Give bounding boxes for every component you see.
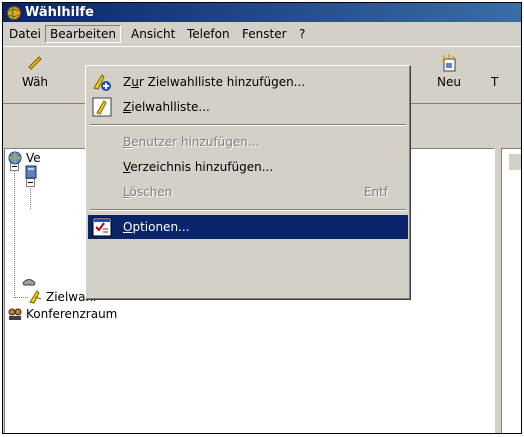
menu-item-add-to-speed-dial[interactable]: Zur Zielwahlliste hinzufügen... — [88, 70, 408, 94]
detail-pane[interactable] — [501, 148, 521, 433]
globe-app-icon — [7, 6, 21, 20]
directory-root-icon — [8, 151, 22, 165]
toolbar-new-button[interactable]: Neu — [423, 53, 475, 89]
menu-datei[interactable]: Datei — [5, 26, 45, 42]
edit-dropdown-menu: Zur Zielwahlliste hinzufügen... Zielwahl… — [85, 65, 411, 300]
toolbar-dial-label: Wäh — [21, 75, 49, 89]
menu-item-label: Optionen... — [123, 220, 190, 234]
menu-fenster[interactable]: Fenster — [238, 26, 291, 42]
menu-item-options[interactable]: Optionen... — [88, 215, 408, 239]
tree-guide — [14, 166, 15, 298]
menu-item-shortcut: Entf — [363, 185, 388, 199]
menu-item-add-directory[interactable]: Verzeichnis hinzufügen... — [88, 155, 408, 179]
menu-help[interactable]: ? — [295, 26, 309, 42]
menu-item-delete[interactable]: Löschen Entf — [88, 180, 408, 204]
menu-item-speed-dial-list[interactable]: Zielwahlliste... — [88, 95, 408, 119]
menu-bearbeiten[interactable]: Bearbeiten — [45, 25, 121, 43]
menu-item-add-user[interactable]: Benutzer hinzufügen... — [88, 130, 408, 154]
menu-ansicht[interactable]: Ansicht — [127, 26, 179, 42]
toolbar-dial-button[interactable]: Wäh — [9, 53, 61, 89]
tree-guide — [14, 297, 28, 298]
menu-item-label: Löschen — [123, 185, 173, 199]
tree-konferenzraum-label: Konferenzraum — [26, 307, 118, 321]
options-icon — [92, 217, 112, 237]
toolbar-more-button[interactable]: T — [491, 53, 511, 89]
menu-separator — [90, 124, 406, 126]
speed-dial-list-icon — [92, 97, 112, 117]
toolbar-new-label: Neu — [437, 75, 461, 89]
title-bar[interactable]: Wählhilfe — [3, 3, 521, 22]
server-icon — [25, 165, 37, 179]
menu-item-label: Zur Zielwahlliste hinzufügen... — [123, 75, 306, 89]
menu-item-label: Zielwahlliste... — [123, 100, 210, 114]
new-icon — [442, 54, 456, 72]
column-header[interactable] — [508, 153, 521, 170]
speed-dial-icon — [29, 290, 42, 304]
menu-item-label: Benutzer hinzufügen... — [123, 135, 260, 149]
phone-icon — [22, 279, 36, 286]
menu-separator — [90, 209, 406, 211]
window-title: Wählhilfe — [25, 5, 94, 20]
conference-room-icon — [8, 308, 22, 320]
add-speed-dial-icon — [93, 74, 111, 91]
app-window: Wählhilfe Datei Bearbeiten Ansicht Telef… — [2, 2, 522, 434]
menu-telefon[interactable]: Telefon — [183, 26, 234, 42]
toolbar-more-label: T — [491, 75, 499, 89]
menu-bar: Datei Bearbeiten Ansicht Telefon Fenster… — [3, 23, 521, 44]
menu-item-label: Verzeichnis hinzufügen... — [123, 160, 274, 174]
dial-icon — [28, 56, 42, 70]
